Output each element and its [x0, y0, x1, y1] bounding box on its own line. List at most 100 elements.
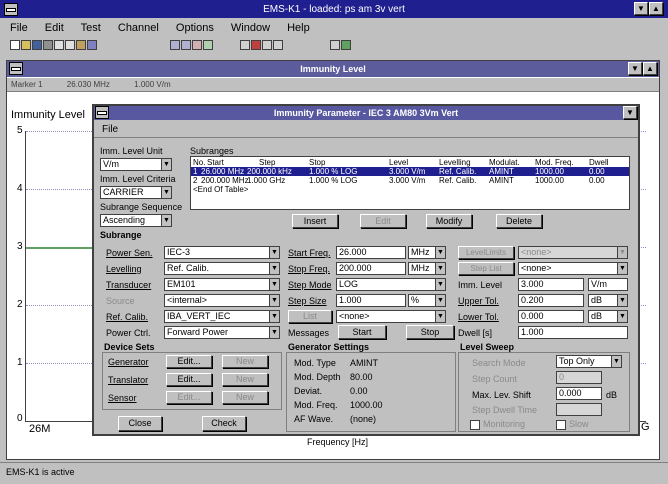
- imm-level-unit-select[interactable]: V/m ▼: [100, 158, 172, 171]
- imm-level-criteria-select[interactable]: CARRIER ▼: [100, 186, 172, 199]
- step-size-input[interactable]: 1.000: [336, 294, 406, 307]
- marker-label: Marker 1: [11, 80, 43, 89]
- list-button[interactable]: List: [288, 310, 332, 323]
- chevron-down-icon: ▼: [435, 279, 445, 290]
- step-list-button[interactable]: Step List: [458, 262, 514, 275]
- cut-icon[interactable]: [54, 40, 64, 50]
- marker-readout-bar: Marker 1 26.030 MHz 1.000 V/m: [7, 78, 659, 92]
- run-icon[interactable]: [170, 40, 180, 50]
- chevron-down-icon: ▼: [435, 247, 445, 258]
- paste-icon[interactable]: [76, 40, 86, 50]
- level-limits-button[interactable]: LevelLimits: [458, 246, 514, 259]
- stop-freq-input[interactable]: 200.000: [336, 262, 406, 275]
- system-menu-icon[interactable]: [4, 3, 18, 16]
- copy-icon[interactable]: [65, 40, 75, 50]
- max-lev-shift-input[interactable]: 0.000: [556, 387, 602, 400]
- subrange-sequence-select[interactable]: Ascending ▼: [100, 214, 172, 227]
- transducer-select[interactable]: EM101 ▼: [164, 278, 280, 291]
- pause-icon[interactable]: [181, 40, 191, 50]
- levelling-label: Levelling: [106, 264, 142, 274]
- marker-icon[interactable]: [203, 40, 213, 50]
- start-freq-input[interactable]: 26.000: [336, 246, 406, 259]
- step-count-input[interactable]: 0: [556, 371, 602, 384]
- child-maximize-button[interactable]: ▲: [643, 62, 657, 75]
- menu-options[interactable]: Options: [176, 22, 214, 34]
- chevron-down-icon: ▼: [617, 311, 627, 322]
- imm-level-input[interactable]: 3.000: [518, 278, 584, 291]
- ref-calib-select[interactable]: IBA_VERT_IEC ▼: [164, 310, 280, 323]
- open-file-icon[interactable]: [21, 40, 31, 50]
- list-select[interactable]: <none> ▼: [336, 310, 446, 323]
- upper-tol-input[interactable]: 0.200: [518, 294, 584, 307]
- insert-button[interactable]: Insert: [292, 214, 338, 228]
- delete-button[interactable]: Delete: [496, 214, 542, 228]
- dialog-menu-file[interactable]: File: [102, 124, 118, 135]
- upper-tol-unit[interactable]: dB ▼: [588, 294, 628, 307]
- x-tick-left: 26M: [29, 423, 51, 435]
- levelling-select[interactable]: Ref. Calib. ▼: [164, 262, 280, 275]
- stop-freq-unit[interactable]: MHz ▼: [408, 262, 446, 275]
- messages-start-button[interactable]: Start: [338, 325, 386, 339]
- scale-icon[interactable]: [262, 40, 272, 50]
- menu-test[interactable]: Test: [81, 22, 101, 34]
- dialog-minimize-button[interactable]: ▼: [623, 106, 637, 119]
- menu-edit[interactable]: Edit: [45, 22, 64, 34]
- maximize-button[interactable]: ▲: [649, 2, 663, 15]
- menu-channel[interactable]: Channel: [118, 22, 159, 34]
- edit-button[interactable]: Edit: [360, 214, 406, 228]
- power-sen-select[interactable]: IEC-3 ▼: [164, 246, 280, 259]
- chevron-down-icon: ▼: [435, 263, 445, 274]
- step-list-select[interactable]: <none> ▼: [518, 262, 628, 275]
- monitoring-checkbox[interactable]: Monitoring: [470, 419, 525, 430]
- zoom-icon[interactable]: [240, 40, 250, 50]
- messages-stop-button[interactable]: Stop: [406, 325, 454, 339]
- minimize-button[interactable]: ▼: [634, 2, 648, 15]
- max-lev-shift-unit: dB: [606, 390, 618, 400]
- check-button[interactable]: Check: [202, 416, 246, 431]
- step-size-unit[interactable]: % ▼: [408, 294, 446, 307]
- slow-checkbox[interactable]: Slow: [556, 419, 589, 430]
- level-limits-select[interactable]: <none> ▼: [518, 246, 628, 259]
- generator-new-button[interactable]: New: [222, 355, 268, 368]
- new-file-icon[interactable]: [10, 40, 20, 50]
- dwell-input[interactable]: 1.000: [518, 326, 628, 339]
- report-icon[interactable]: [330, 40, 340, 50]
- save-icon[interactable]: [32, 40, 42, 50]
- help-icon[interactable]: [341, 40, 351, 50]
- stop-icon[interactable]: [192, 40, 202, 50]
- generator-edit-button[interactable]: Edit...: [166, 355, 212, 368]
- mod-type-label: Mod. Type: [294, 358, 336, 368]
- lower-tol-unit[interactable]: dB ▼: [588, 310, 628, 323]
- graph-icon[interactable]: [87, 40, 97, 50]
- limit-icon[interactable]: [251, 40, 261, 50]
- imm-level-unit[interactable]: V/m: [588, 278, 628, 291]
- table-icon[interactable]: [273, 40, 283, 50]
- modify-button[interactable]: Modify: [426, 214, 472, 228]
- step-mode-select[interactable]: LOG ▼: [336, 278, 446, 291]
- power-ctrl-select[interactable]: Forward Power ▼: [164, 326, 280, 339]
- translator-new-button[interactable]: New: [222, 373, 268, 386]
- menu-help[interactable]: Help: [287, 22, 310, 34]
- generator-settings-title: Generator Settings: [288, 342, 370, 352]
- translator-edit-button[interactable]: Edit...: [166, 373, 212, 386]
- print-icon[interactable]: [43, 40, 53, 50]
- search-mode-select[interactable]: Top Only ▼: [556, 355, 622, 368]
- step-dwell-input[interactable]: [556, 403, 602, 416]
- chevron-down-icon: ▼: [269, 263, 279, 274]
- menu-file[interactable]: File: [10, 22, 28, 34]
- source-select[interactable]: <internal> ▼: [164, 294, 280, 307]
- subranges-table[interactable]: No. Start Step Stop Level Levelling Modu…: [190, 156, 630, 210]
- close-button[interactable]: Close: [118, 416, 162, 431]
- sensor-new-button[interactable]: New: [222, 391, 268, 404]
- table-row[interactable]: 1 26.000 MHz 200.000 kHz 1.000 % LOG 3.0…: [191, 167, 629, 176]
- child-system-menu-icon[interactable]: [9, 62, 23, 75]
- menu-window[interactable]: Window: [231, 22, 270, 34]
- child-minimize-button[interactable]: ▼: [628, 62, 642, 75]
- dialog-system-menu-icon[interactable]: [95, 106, 109, 119]
- lower-tol-input[interactable]: 0.000: [518, 310, 584, 323]
- search-mode-label: Search Mode: [472, 358, 526, 368]
- table-row[interactable]: 2 200.000 MHz 1.000 GHz 1.000 % LOG 3.00…: [191, 176, 629, 185]
- ref-calib-label: Ref. Calib.: [106, 312, 149, 322]
- sensor-edit-button[interactable]: Edit...: [166, 391, 212, 404]
- start-freq-unit[interactable]: MHz ▼: [408, 246, 446, 259]
